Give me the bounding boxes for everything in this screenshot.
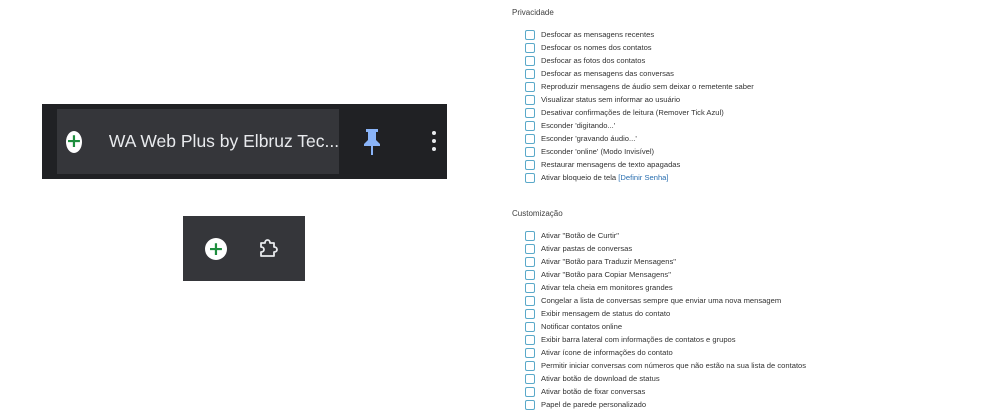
option-label: Ativar "Botão para Traduzir Mensagens" (541, 257, 676, 266)
customization-option[interactable]: Ativar pastas de conversas (525, 242, 806, 255)
option-label: Esconder 'digitando...' (541, 121, 616, 130)
option-label: Desativar confirmações de leitura (Remov… (541, 108, 724, 117)
checkbox[interactable] (525, 295, 535, 306)
checkbox[interactable] (525, 347, 535, 358)
privacy-option[interactable]: Visualizar status sem informar ao usuári… (525, 93, 754, 106)
option-label: Papel de parede personalizado (541, 400, 647, 409)
privacy-option[interactable]: Desfocar os nomes dos contatos (525, 41, 754, 54)
checkbox[interactable] (525, 308, 535, 319)
pin-icon[interactable] (362, 128, 382, 160)
option-label: Ativar ícone de informações do contato (541, 348, 673, 357)
customization-option[interactable]: Ativar botão de download de status (525, 372, 806, 385)
checkbox[interactable] (525, 29, 535, 40)
checkbox[interactable] (525, 81, 535, 92)
checkbox[interactable] (525, 256, 535, 267)
option-label: Desfocar as mensagens das conversas (541, 69, 674, 78)
checkbox[interactable] (525, 386, 535, 397)
option-label: Ativar bloqueio de tela (541, 173, 617, 182)
checkbox[interactable] (525, 321, 535, 332)
customization-options-list: Ativar "Botão de Curtir" Ativar pastas d… (525, 229, 806, 411)
checkbox[interactable] (525, 107, 535, 118)
option-label: Ativar pastas de conversas (541, 244, 633, 253)
checkbox[interactable] (525, 334, 535, 345)
checkbox[interactable] (525, 55, 535, 66)
option-label: Desfocar os nomes dos contatos (541, 43, 652, 52)
checkbox[interactable] (525, 373, 535, 384)
option-label: Congelar a lista de conversas sempre que… (541, 296, 782, 305)
extension-toolbar: + WA Web Plus by Elbruz Tec... (42, 104, 447, 179)
privacy-option[interactable]: Desfocar as fotos dos contatos (525, 54, 754, 67)
option-label: Esconder 'online' (Modo Invisível) (541, 147, 655, 156)
option-label: Exibir barra lateral com informações de … (541, 335, 736, 344)
plus-circle-icon[interactable]: + (205, 238, 227, 260)
option-label: Desfocar as mensagens recentes (541, 30, 655, 39)
extension-menu-item[interactable]: + WA Web Plus by Elbruz Tec... (57, 109, 339, 174)
option-label: Ativar botão de download de status (541, 374, 660, 383)
extension-name: WA Web Plus by Elbruz Tec... (108, 131, 340, 151)
option-label: Ativar tela cheia em monitores grandes (541, 283, 673, 292)
privacy-option[interactable]: Restaurar mensagens de texto apagadas (525, 158, 754, 171)
option-label: Reproduzir mensagens de áudio sem deixar… (541, 82, 754, 91)
privacy-option[interactable]: Desfocar as mensagens recentes (525, 28, 754, 41)
checkbox[interactable] (525, 42, 535, 53)
option-label: Exibir mensagem de status do contato (541, 309, 671, 318)
privacy-option[interactable]: Desfocar as mensagens das conversas (525, 67, 754, 80)
option-label: Ativar botão de fixar conversas (541, 387, 646, 396)
privacy-option[interactable]: Esconder 'gravando áudio...' (525, 132, 754, 145)
plus-circle-icon: + (66, 130, 82, 153)
customization-option[interactable]: Ativar "Botão de Curtir" (525, 229, 806, 242)
customization-option[interactable]: Ativar botão de fixar conversas (525, 385, 806, 398)
option-label: Ativar "Botão para Copiar Mensagens" (541, 270, 671, 279)
checkbox[interactable] (525, 159, 535, 170)
customization-section-title: Customização (512, 209, 563, 218)
privacy-option[interactable]: Desativar confirmações de leitura (Remov… (525, 106, 754, 119)
set-password-link[interactable]: [Definir Senha] (618, 173, 668, 182)
checkbox[interactable] (525, 133, 535, 144)
more-vertical-icon[interactable] (432, 131, 436, 155)
option-label: Ativar "Botão de Curtir" (541, 231, 619, 240)
option-label: Notificar contatos online (541, 322, 623, 331)
checkbox[interactable] (525, 282, 535, 293)
privacy-section-title: Privacidade (512, 8, 554, 17)
checkbox[interactable] (525, 146, 535, 157)
checkbox[interactable] (525, 172, 535, 183)
privacy-option[interactable]: Ativar bloqueio de tela [Definir Senha] (525, 171, 754, 184)
checkbox[interactable] (525, 399, 535, 410)
customization-option[interactable]: Exibir barra lateral com informações de … (525, 333, 806, 346)
customization-option[interactable]: Ativar "Botão para Copiar Mensagens" (525, 268, 806, 281)
checkbox[interactable] (525, 360, 535, 371)
privacy-options-list: Desfocar as mensagens recentes Desfocar … (525, 28, 754, 184)
checkbox[interactable] (525, 120, 535, 131)
customization-option[interactable]: Ativar tela cheia em monitores grandes (525, 281, 806, 294)
privacy-option[interactable]: Esconder 'digitando...' (525, 119, 754, 132)
customization-option[interactable]: Ativar ícone de informações do contato (525, 346, 806, 359)
customization-option[interactable]: Permitir iniciar conversas com números q… (525, 359, 806, 372)
checkbox[interactable] (525, 269, 535, 280)
privacy-option[interactable]: Esconder 'online' (Modo Invisível) (525, 145, 754, 158)
privacy-option[interactable]: Reproduzir mensagens de áudio sem deixar… (525, 80, 754, 93)
option-label: Desfocar as fotos dos contatos (541, 56, 646, 65)
customization-option[interactable]: Exibir mensagem de status do contato (525, 307, 806, 320)
checkbox[interactable] (525, 94, 535, 105)
customization-option[interactable]: Congelar a lista de conversas sempre que… (525, 294, 806, 307)
puzzle-icon[interactable] (258, 237, 280, 263)
customization-option[interactable]: Notificar contatos online (525, 320, 806, 333)
option-label: Visualizar status sem informar ao usuári… (541, 95, 681, 104)
option-label: Esconder 'gravando áudio...' (541, 134, 637, 143)
option-label: Permitir iniciar conversas com números q… (541, 361, 807, 370)
checkbox[interactable] (525, 243, 535, 254)
checkbox[interactable] (525, 68, 535, 79)
checkbox[interactable] (525, 230, 535, 241)
customization-option[interactable]: Ativar "Botão para Traduzir Mensagens" (525, 255, 806, 268)
option-label: Restaurar mensagens de texto apagadas (541, 160, 681, 169)
customization-option[interactable]: Papel de parede personalizado (525, 398, 806, 411)
extension-action-bar: + (183, 216, 305, 281)
